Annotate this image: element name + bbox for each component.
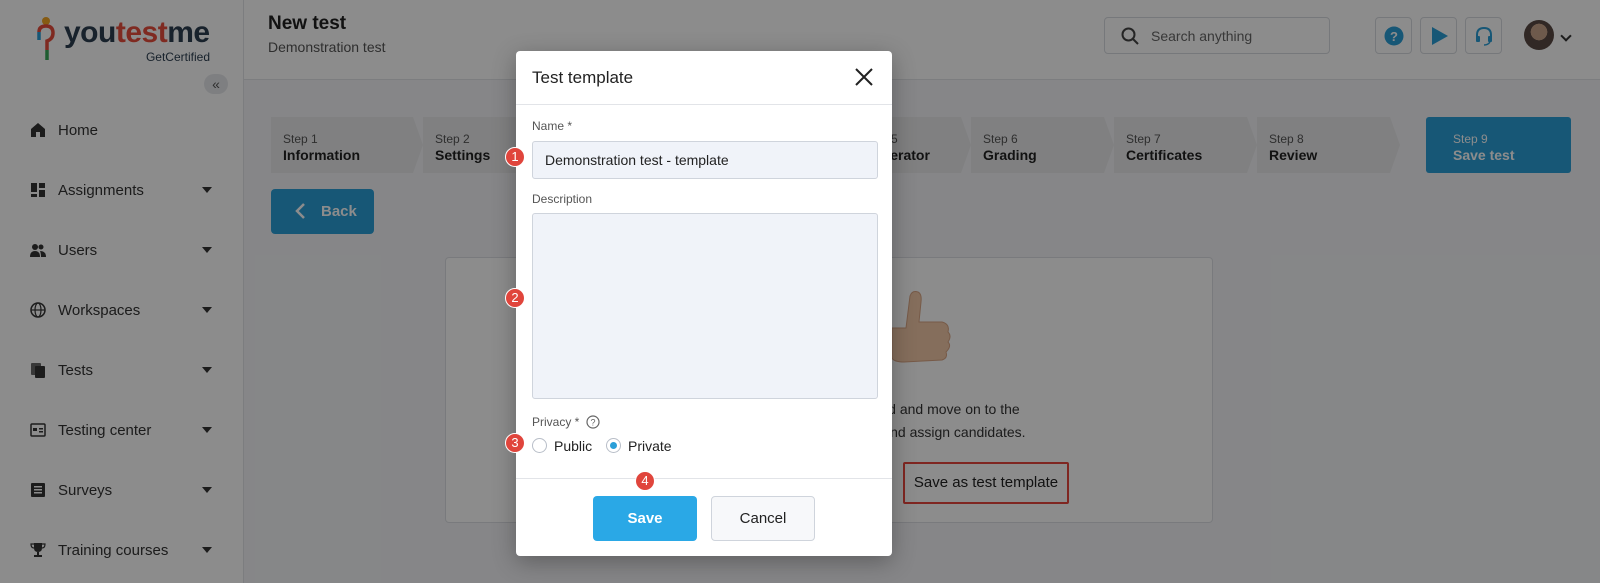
annotation-marker-3: 3: [505, 433, 525, 453]
svg-text:?: ?: [590, 418, 595, 428]
privacy-public-label[interactable]: Public: [554, 438, 592, 454]
test-template-dialog: Test template Name * Demonstration test …: [516, 51, 892, 556]
privacy-private-label[interactable]: Private: [628, 438, 672, 454]
annotation-marker-2: 2: [505, 288, 525, 308]
cancel-button[interactable]: Cancel: [711, 496, 815, 541]
annotation-marker-1: 1: [505, 147, 525, 167]
divider: [516, 104, 892, 105]
privacy-private-radio[interactable]: [606, 438, 621, 453]
privacy-label: Privacy *: [532, 415, 580, 429]
divider: [516, 478, 892, 479]
dialog-title: Test template: [532, 68, 634, 87]
help-circle-icon[interactable]: ?: [586, 415, 600, 429]
close-icon[interactable]: [854, 67, 874, 87]
name-label: Name *: [532, 119, 573, 133]
description-label: Description: [532, 192, 593, 206]
save-button[interactable]: Save: [593, 496, 697, 541]
name-field[interactable]: Demonstration test - template: [532, 141, 878, 179]
description-field[interactable]: [532, 213, 878, 399]
annotation-marker-4: 4: [635, 471, 655, 491]
privacy-public-radio[interactable]: [532, 438, 547, 453]
